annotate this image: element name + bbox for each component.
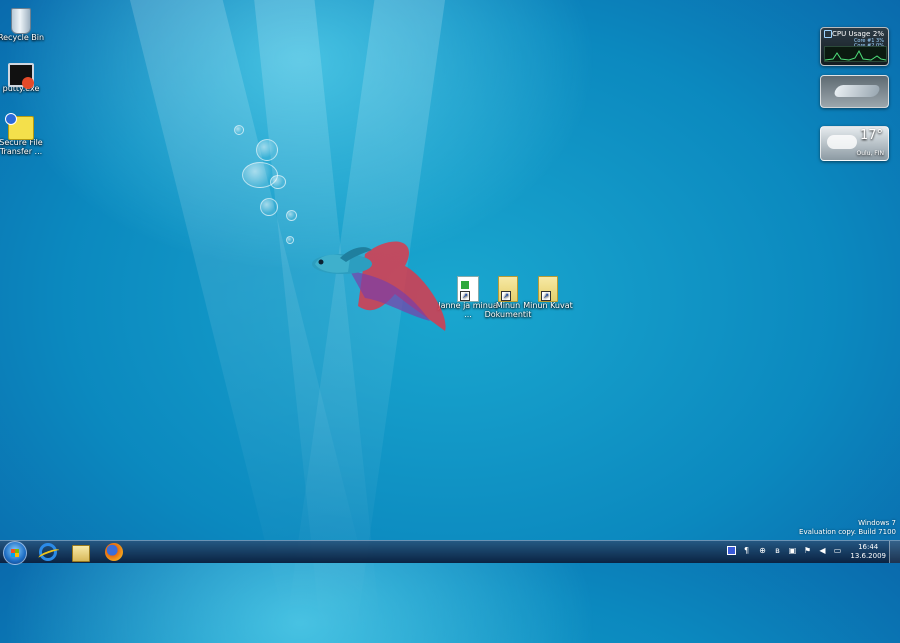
- desktop-icon-label: Secure File Transfer ...: [0, 138, 43, 156]
- document-shortcut-icon: ↗: [457, 276, 479, 302]
- cpu-gadget-title: CPU Usage: [832, 30, 871, 38]
- bubble: [286, 236, 294, 244]
- cpu-gadget-icon: [824, 30, 832, 38]
- weather-gadget[interactable]: 17° Oulu, FIN: [820, 126, 889, 161]
- secure-file-transfer-icon: [5, 113, 34, 140]
- tray-monitor-icon[interactable]: ▭: [833, 546, 842, 555]
- shortcut-arrow-icon: ↗: [541, 291, 551, 301]
- slide-show-gadget[interactable]: [820, 75, 889, 108]
- recycle-bin-icon: [11, 8, 31, 34]
- bubble: [286, 210, 297, 221]
- desktop-icon-label: Minun Kuvat: [523, 301, 573, 310]
- desktop-icon-label: Recycle Bin: [0, 33, 45, 42]
- taskbar-clock[interactable]: 16:44 13.6.2009: [850, 543, 886, 561]
- cpu-gadget-percent: 2%: [872, 30, 884, 38]
- tray-app-icon[interactable]: [727, 546, 736, 555]
- putty-icon: [8, 63, 34, 89]
- desktop-icon-secure-file-transfer[interactable]: Secure File Transfer ...: [0, 112, 51, 156]
- firefox-icon[interactable]: [105, 543, 123, 561]
- bubble: [260, 198, 278, 216]
- tray-device-icon[interactable]: ▣: [788, 546, 797, 555]
- taskbar: ¶ ⊕ ʙ ▣ ⚑ ◀ ▭ 16:44 13.6.2009: [0, 540, 900, 565]
- watermark-os-name: Windows 7: [858, 519, 896, 527]
- shortcut-arrow-icon: ↗: [460, 291, 470, 301]
- desktop-icon-minun-kuvat[interactable]: ↗ Minun Kuvat: [518, 273, 578, 310]
- weather-temperature: 17°: [859, 128, 883, 143]
- folder-shortcut-icon: ↗: [498, 276, 518, 302]
- desktop-icon-recycle-bin[interactable]: Recycle Bin: [0, 5, 51, 42]
- tray-network-icon[interactable]: ⊕: [758, 546, 767, 555]
- clock-date: 13.6.2009: [850, 552, 886, 560]
- tray-network-tool-icon[interactable]: ¶: [742, 546, 751, 555]
- start-button[interactable]: [3, 541, 27, 565]
- tray-bluetooth-icon[interactable]: ʙ: [773, 546, 782, 555]
- betta-fish-wallpaper: [312, 241, 446, 331]
- shortcut-arrow-icon: ↗: [501, 291, 511, 301]
- folder-shortcut-icon: ↗: [538, 276, 558, 302]
- action-center-flag-icon[interactable]: ⚑: [803, 546, 812, 555]
- clock-time: 16:44: [858, 543, 879, 551]
- desktop-icon-putty[interactable]: putty.exe: [0, 58, 51, 93]
- bubble: [256, 139, 278, 161]
- cpu-graph-line: [825, 49, 886, 61]
- weather-location: Oulu, FIN: [856, 150, 884, 157]
- show-desktop-button[interactable]: [889, 541, 900, 563]
- cpu-graph: [824, 46, 887, 62]
- cpu-usage-gadget[interactable]: CPU Usage 2% Core #1 3% Core #2 0%: [820, 27, 889, 66]
- internet-explorer-icon[interactable]: [39, 543, 57, 561]
- bubble: [270, 175, 286, 189]
- cloud-icon: [827, 135, 857, 149]
- bubble: [234, 125, 244, 135]
- windows-explorer-icon[interactable]: [72, 545, 90, 562]
- windows-watermark: Windows 7 Evaluation copy. Build 7100: [799, 519, 896, 537]
- volume-icon[interactable]: ◀: [818, 546, 827, 555]
- watermark-build: Evaluation copy. Build 7100: [799, 528, 896, 536]
